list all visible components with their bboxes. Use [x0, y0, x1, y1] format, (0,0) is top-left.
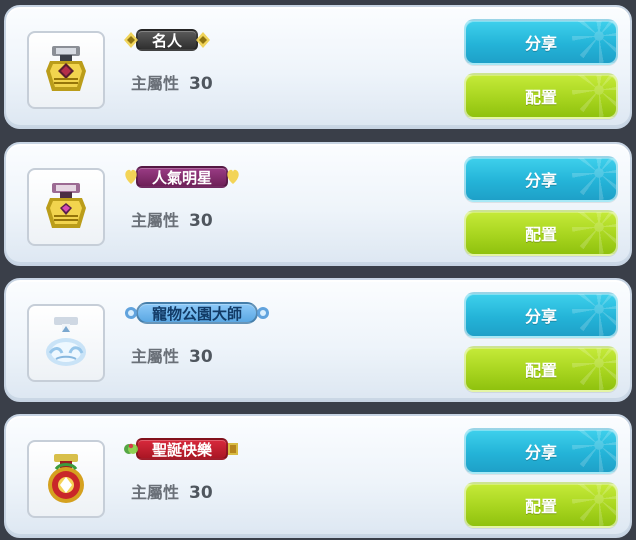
stat-label: 主屬性 [131, 74, 180, 93]
medal-title-badge: 人氣明星 [125, 166, 239, 188]
badge-right-ornament-icon [257, 307, 270, 319]
share-button-label: 分享 [524, 171, 557, 190]
share-button[interactable]: 分享 [464, 156, 618, 202]
medal-icon-frame [27, 31, 105, 109]
stat-label: 主屬性 [131, 347, 180, 366]
badge-left-ornament-icon [124, 32, 138, 48]
medal-card: 名人 主屬性 30 分享 配置 [4, 5, 632, 129]
medal-card: 寵物公園大師 主屬性 30 分享 配置 [4, 278, 632, 402]
medal-icon-frame [27, 304, 105, 382]
medal-title: 聖誕快樂 [152, 440, 213, 459]
badge-left-ornament-icon [125, 169, 137, 184]
assign-button[interactable]: 配置 [464, 73, 618, 119]
stat-label: 主屬性 [131, 483, 180, 502]
assign-button-label: 配置 [524, 361, 557, 380]
medal-title: 寵物公園大師 [152, 304, 243, 323]
stat-line: 主屬性 30 [131, 343, 213, 367]
stat-value: 30 [189, 347, 213, 367]
stat-line: 主屬性 30 [131, 207, 213, 231]
medal-title-badge: 寵物公園大師 [125, 302, 270, 324]
share-button-label: 分享 [524, 307, 557, 326]
medal-card: 聖誕快樂 主屬性 30 分享 配置 [4, 414, 632, 538]
assign-button[interactable]: 配置 [464, 482, 618, 528]
assign-button-label: 配置 [524, 225, 557, 244]
medal-title-badge: 名人 [124, 29, 211, 51]
badge-left-ornament-icon [125, 307, 137, 319]
medal-icon-frame [27, 440, 105, 518]
stat-label: 主屬性 [131, 211, 180, 230]
medal-title: 人氣明星 [152, 168, 213, 187]
stat-value: 30 [189, 211, 213, 231]
share-button[interactable]: 分享 [464, 19, 618, 65]
share-button-label: 分享 [524, 443, 557, 462]
medal-title-badge: 聖誕快樂 [124, 438, 239, 460]
share-button[interactable]: 分享 [464, 292, 618, 338]
share-button-label: 分享 [524, 34, 557, 53]
medal-card: 人氣明星 主屬性 30 分享 配置 [4, 142, 632, 266]
pet-park-master-medal-icon [46, 317, 86, 366]
celebrity-medal-icon [46, 46, 86, 91]
assign-button[interactable]: 配置 [464, 346, 618, 392]
stat-line: 主屬性 30 [131, 70, 213, 94]
share-button[interactable]: 分享 [464, 428, 618, 474]
badge-right-ornament-icon [227, 169, 239, 184]
badge-left-ornament-icon [124, 443, 138, 454]
badge-right-ornament-icon [196, 32, 211, 48]
medal-icon-frame [27, 168, 105, 246]
medal-list: 名人 主屬性 30 分享 配置 人氣明星 主屬性 30 分享 配置 寵物公園大師… [0, 0, 636, 540]
badge-right-ornament-icon [228, 443, 239, 455]
assign-button-label: 配置 [524, 88, 557, 107]
stat-line: 主屬性 30 [131, 479, 213, 503]
stat-value: 30 [189, 74, 213, 94]
popular-star-medal-icon [46, 183, 86, 228]
stat-value: 30 [189, 483, 213, 503]
assign-button-label: 配置 [524, 497, 557, 516]
assign-button[interactable]: 配置 [464, 210, 618, 256]
merry-christmas-medal-icon [48, 454, 84, 503]
medal-title: 名人 [152, 31, 183, 50]
